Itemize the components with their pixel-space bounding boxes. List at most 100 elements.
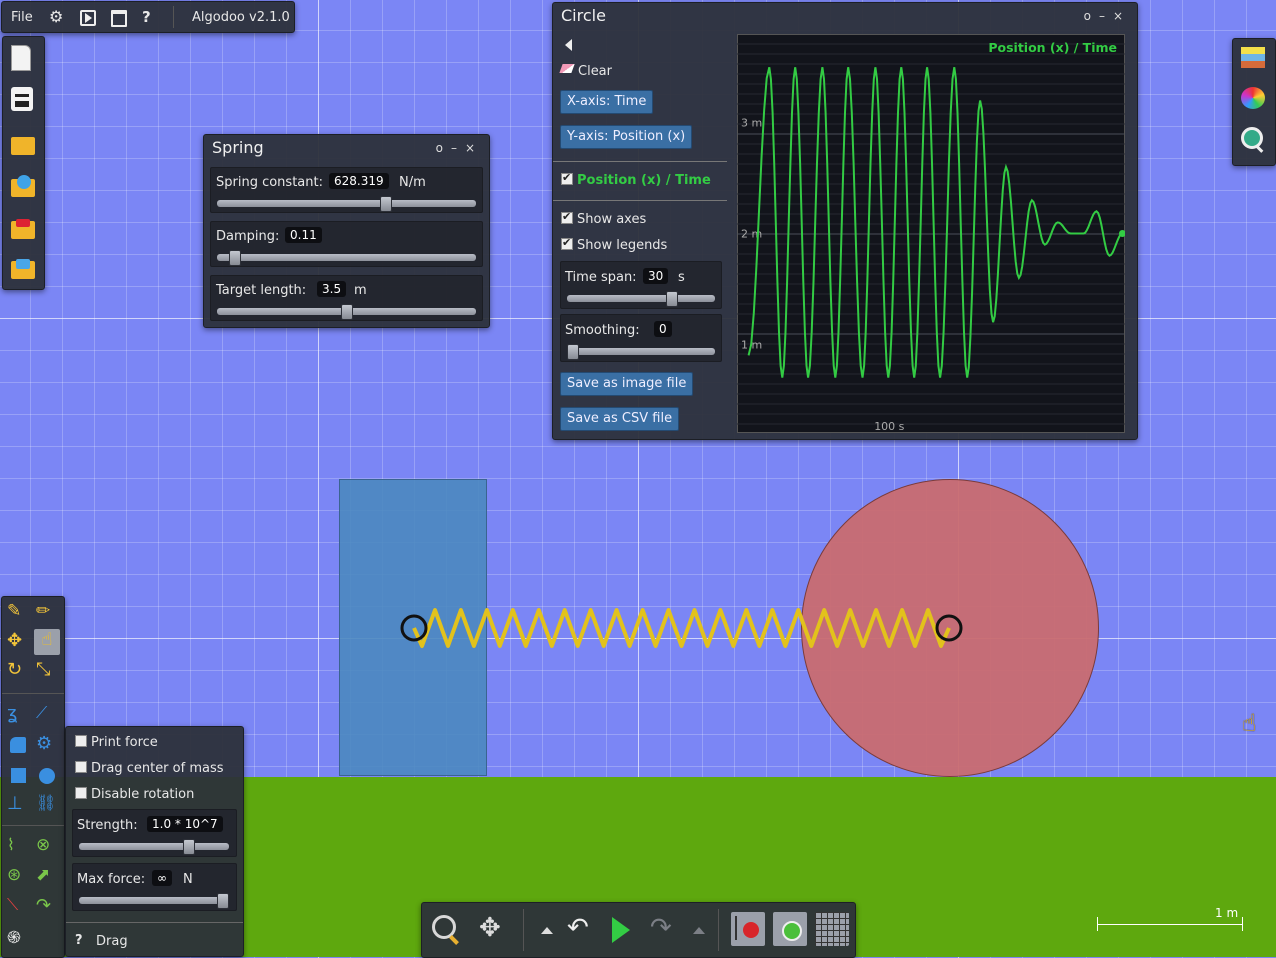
polygon-tool-icon[interactable] xyxy=(10,737,26,753)
color-palette-icon[interactable] xyxy=(1241,87,1265,111)
thruster-tool-icon[interactable]: ⬈ xyxy=(36,865,60,889)
damping-input[interactable]: 0.11 xyxy=(285,227,322,243)
circle-tool-icon[interactable] xyxy=(39,768,55,784)
spring-object[interactable] xyxy=(400,600,965,658)
damping-slider-knob[interactable] xyxy=(229,250,241,266)
print-force-checkbox[interactable] xyxy=(75,735,87,747)
zoom-select-icon[interactable] xyxy=(1241,127,1265,153)
time-span-label: Time span: xyxy=(565,270,637,285)
close-icon[interactable]: × xyxy=(1113,9,1131,23)
slow-down-arrow-icon[interactable] xyxy=(693,927,705,934)
rope-tool-icon[interactable]: ʓ xyxy=(7,703,31,727)
tracer-tool-icon[interactable]: ↷ xyxy=(36,895,60,919)
eraser-icon[interactable] xyxy=(559,64,575,73)
damping-slider[interactable] xyxy=(217,250,476,266)
x-axis-button[interactable]: X-axis: Time xyxy=(560,90,654,114)
zoom-icon[interactable] xyxy=(432,915,459,945)
minimize-icon[interactable]: – xyxy=(451,141,465,155)
clear-button[interactable]: Clear xyxy=(578,64,612,79)
disable-rotation-checkbox[interactable] xyxy=(75,787,87,799)
laser-tool-icon[interactable]: ⟍ xyxy=(7,895,31,919)
open-folder-icon[interactable] xyxy=(11,133,35,157)
show-legends-checkbox[interactable] xyxy=(561,236,573,250)
fixate-tool-icon[interactable]: ⊗ xyxy=(36,835,60,859)
y-axis-button[interactable]: Y-axis: Position (x) xyxy=(560,125,693,149)
max-force-slider[interactable] xyxy=(79,893,229,909)
settings-gear-icon[interactable]: ⚙ xyxy=(49,7,63,26)
divider xyxy=(718,909,719,951)
new-scene-icon[interactable] xyxy=(11,45,35,71)
smoothing-slider-knob[interactable] xyxy=(567,344,579,360)
max-force-input[interactable]: ∞ xyxy=(152,870,172,886)
help-icon[interactable]: ? xyxy=(75,933,83,948)
time-span-slider-knob[interactable] xyxy=(666,291,678,307)
brush-tool-icon[interactable]: ֍ xyxy=(7,925,31,949)
chain-tool-icon[interactable]: ⛓ xyxy=(36,793,60,817)
open-lesson-folder-icon[interactable] xyxy=(11,217,35,241)
background-layers-icon[interactable] xyxy=(1241,47,1265,71)
series-toggle-label: Position (x) / Time xyxy=(577,173,711,188)
show-axes-checkbox[interactable] xyxy=(561,210,573,224)
spring-panel-titlebar[interactable]: Spring o–× xyxy=(204,135,489,161)
spring-tool-icon[interactable]: ⌇ xyxy=(7,835,31,859)
series-checkbox[interactable] xyxy=(561,171,573,185)
axle-tool-icon[interactable]: ⊛ xyxy=(7,865,31,889)
scene-browser-icon[interactable] xyxy=(11,87,35,111)
position-time-chart[interactable]: 3 m2 m1 m 100 s Position (x) / Time xyxy=(737,34,1125,433)
scale-tool-icon[interactable]: ⤡ xyxy=(36,659,60,683)
spring-constant-slider[interactable] xyxy=(217,196,476,212)
spring-constant-slider-knob[interactable] xyxy=(380,196,392,212)
gravity-toggle-icon[interactable] xyxy=(731,912,765,946)
grid-toggle-icon[interactable] xyxy=(815,912,849,946)
show-legends-toggle[interactable]: Show legends xyxy=(561,236,667,253)
print-force-toggle[interactable]: Print force xyxy=(75,735,158,750)
save-image-button[interactable]: Save as image file xyxy=(560,372,694,396)
smoothing-input[interactable]: 0 xyxy=(654,321,672,337)
strength-slider[interactable] xyxy=(79,839,229,855)
pin-icon[interactable]: o xyxy=(1084,9,1099,23)
disable-rotation-toggle[interactable]: Disable rotation xyxy=(75,787,194,802)
show-axes-toggle[interactable]: Show axes xyxy=(561,210,646,227)
minimize-icon[interactable]: – xyxy=(1099,9,1113,23)
window-icon[interactable] xyxy=(111,10,127,27)
collapse-arrow-icon[interactable] xyxy=(565,39,572,51)
pan-icon[interactable]: ✥ xyxy=(479,915,503,941)
speed-up-arrow-icon[interactable] xyxy=(541,927,553,934)
help-icon[interactable]: ? xyxy=(142,8,151,26)
spring-constant-input[interactable]: 628.319 xyxy=(329,173,389,189)
move-tool-icon[interactable]: ✥ xyxy=(7,630,31,654)
strength-slider-knob[interactable] xyxy=(183,839,195,855)
run-scene-icon[interactable] xyxy=(80,10,96,26)
save-csv-button[interactable]: Save as CSV file xyxy=(560,407,680,431)
strength-input[interactable]: 1.0 * 10^7 xyxy=(147,816,223,832)
drag-tool-icon[interactable]: ☝ xyxy=(34,629,60,655)
close-icon[interactable]: × xyxy=(465,141,483,155)
series-toggle[interactable]: Position (x) / Time xyxy=(561,171,711,188)
box-tool-icon[interactable] xyxy=(11,768,26,783)
max-force-slider-knob[interactable] xyxy=(217,893,229,909)
target-length-input[interactable]: 3.5 xyxy=(317,281,347,297)
play-icon[interactable] xyxy=(612,917,630,943)
file-menu[interactable]: File xyxy=(11,10,33,25)
open-online-folder-icon[interactable] xyxy=(11,175,35,199)
smoothing-slider[interactable] xyxy=(567,344,715,360)
graph-panel-title: Circle xyxy=(561,6,606,25)
plane-tool-icon[interactable]: ⊥ xyxy=(7,793,31,817)
target-length-slider-knob[interactable] xyxy=(341,304,353,320)
knife-tool-icon[interactable]: ⟋ xyxy=(36,703,60,727)
gear-tool-icon[interactable]: ⚙ xyxy=(36,733,60,757)
sketch-tool-icon[interactable]: ✎ xyxy=(7,601,31,625)
undo-icon[interactable]: ↶ xyxy=(567,915,591,941)
redo-icon[interactable]: ↷ xyxy=(650,915,674,941)
time-span-input[interactable]: 30 xyxy=(643,268,669,284)
drag-center-of-mass-toggle[interactable]: Drag center of mass xyxy=(75,761,224,776)
pencil-tool-icon[interactable]: ✏ xyxy=(36,601,60,625)
drag-center-of-mass-checkbox[interactable] xyxy=(75,761,87,773)
air-friction-toggle-icon[interactable] xyxy=(773,912,807,946)
open-phunlet-folder-icon[interactable] xyxy=(11,257,35,281)
target-length-slider[interactable] xyxy=(217,304,476,320)
rotate-tool-icon[interactable]: ↻ xyxy=(7,659,31,683)
pin-icon[interactable]: o xyxy=(436,141,451,155)
time-span-slider[interactable] xyxy=(567,291,715,307)
graph-panel-titlebar[interactable]: Circle o–× xyxy=(553,3,1137,29)
